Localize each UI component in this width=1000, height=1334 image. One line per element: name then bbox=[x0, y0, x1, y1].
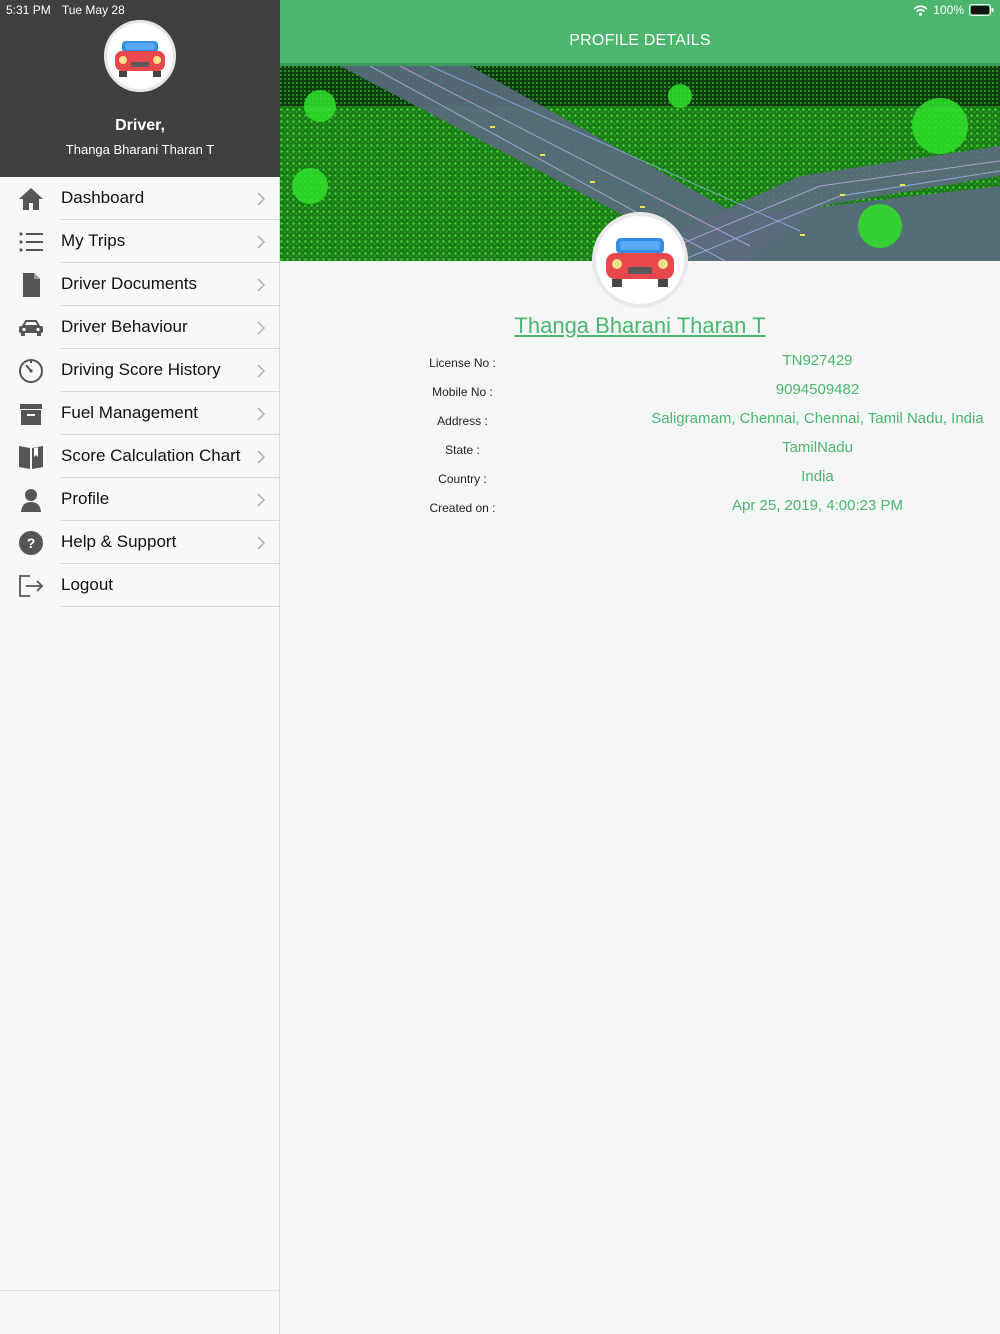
country-value: India bbox=[801, 468, 834, 485]
main-content: 100% PROFILE DETAILS Thanga Bharani Thar… bbox=[280, 0, 1000, 1334]
sidebar-item-label: Score Calculation Chart bbox=[61, 446, 241, 465]
sidebar-item-label: Help & Support bbox=[61, 532, 177, 551]
profile-avatar[interactable] bbox=[592, 212, 688, 308]
page-title: PROFILE DETAILS bbox=[569, 32, 711, 49]
divider bbox=[61, 606, 280, 607]
license-row: License No : TN927429 bbox=[280, 350, 1000, 374]
avatar[interactable] bbox=[104, 20, 176, 92]
book-icon bbox=[17, 443, 44, 470]
car-avatar-icon bbox=[606, 238, 674, 287]
list-icon bbox=[17, 228, 44, 255]
sidebar-item-label: Logout bbox=[61, 575, 113, 594]
sidebar-item-label: Driving Score History bbox=[61, 360, 221, 379]
battery-icon bbox=[969, 4, 994, 16]
state-value: TamilNadu bbox=[782, 439, 853, 456]
sidebar-item-fuel-management[interactable]: Fuel Management bbox=[0, 392, 280, 435]
sidebar-item-label: Driver Documents bbox=[61, 274, 198, 293]
chevron-right-icon bbox=[257, 192, 266, 206]
sidebar-item-driving-score-history[interactable]: Driving Score History bbox=[0, 349, 280, 392]
car-avatar-icon bbox=[115, 41, 165, 77]
sidebar-header: 5:31 PM Tue May 28 Driver, Thanga Bharan… bbox=[0, 0, 280, 177]
archive-icon bbox=[17, 400, 44, 427]
sidebar-item-label: Fuel Management bbox=[61, 403, 199, 422]
sidebar-item-my-trips[interactable]: My Trips bbox=[0, 220, 280, 263]
car-icon bbox=[17, 314, 44, 341]
license-value: TN927429 bbox=[782, 352, 853, 369]
person-icon bbox=[17, 486, 44, 513]
chevron-right-icon bbox=[257, 450, 266, 464]
created-row: Created on : Apr 25, 2019, 4:00:23 PM bbox=[280, 495, 1000, 519]
profile-name-link[interactable]: Thanga Bharani Tharan T bbox=[280, 313, 1000, 339]
address-row: Address : Saligramam, Chennai, Chennai, … bbox=[280, 408, 1000, 432]
chevron-right-icon bbox=[257, 493, 266, 507]
created-value: Apr 25, 2019, 4:00:23 PM bbox=[732, 497, 903, 514]
address-value: Saligramam, Chennai, Chennai, Tamil Nadu… bbox=[651, 410, 984, 427]
svg-text:?: ? bbox=[26, 535, 35, 551]
state-label: State : bbox=[445, 443, 480, 457]
sidebar-item-driver-behaviour[interactable]: Driver Behaviour bbox=[0, 306, 280, 349]
battery-percent: 100% bbox=[933, 3, 964, 17]
sidebar: 5:31 PM Tue May 28 Driver, Thanga Bharan… bbox=[0, 0, 280, 1334]
sidebar-item-label: Dashboard bbox=[61, 188, 145, 207]
document-icon bbox=[17, 271, 44, 298]
mobile-label: Mobile No : bbox=[432, 385, 493, 399]
sidebar-item-label: My Trips bbox=[61, 231, 126, 250]
chevron-right-icon bbox=[257, 321, 266, 335]
sidebar-item-logout[interactable]: Logout bbox=[0, 564, 280, 607]
license-label: License No : bbox=[429, 356, 496, 370]
sidebar-item-profile[interactable]: Profile bbox=[0, 478, 280, 521]
navigation-bar: 100% PROFILE DETAILS bbox=[280, 0, 1000, 63]
logout-icon bbox=[17, 572, 44, 599]
divider bbox=[0, 1290, 280, 1291]
chevron-right-icon bbox=[257, 235, 266, 249]
sidebar-item-help-support[interactable]: ? Help & Support bbox=[0, 521, 280, 564]
chevron-right-icon bbox=[257, 536, 266, 550]
help-icon: ? bbox=[17, 529, 44, 556]
wifi-icon bbox=[913, 4, 928, 16]
home-icon bbox=[17, 185, 44, 212]
sidebar-item-label: Driver Behaviour bbox=[61, 317, 188, 336]
status-bar-left: 5:31 PM Tue May 28 bbox=[6, 3, 133, 17]
chevron-right-icon bbox=[257, 364, 266, 378]
state-row: State : TamilNadu bbox=[280, 437, 1000, 461]
sidebar-item-score-calculation-chart[interactable]: Score Calculation Chart bbox=[0, 435, 280, 478]
country-row: Country : India bbox=[280, 466, 1000, 490]
created-label: Created on : bbox=[429, 501, 496, 515]
country-label: Country : bbox=[438, 472, 487, 486]
mobile-value: 9094509482 bbox=[775, 381, 860, 398]
sidebar-item-label: Profile bbox=[61, 489, 110, 508]
mobile-row: Mobile No : 9094509482 bbox=[280, 379, 1000, 403]
driver-name: Thanga Bharani Tharan T bbox=[65, 142, 215, 157]
chevron-right-icon bbox=[257, 278, 266, 292]
timer-icon bbox=[17, 357, 44, 384]
sidebar-item-dashboard[interactable]: Dashboard bbox=[0, 177, 280, 220]
sidebar-menu: Dashboard My Trips Driver Documents Driv… bbox=[0, 177, 280, 607]
address-label: Address : bbox=[437, 414, 488, 428]
chevron-right-icon bbox=[257, 407, 266, 421]
status-time: 5:31 PM bbox=[6, 3, 51, 17]
sidebar-item-driver-documents[interactable]: Driver Documents bbox=[0, 263, 280, 306]
status-bar-right: 100% bbox=[913, 3, 994, 17]
status-date: Tue May 28 bbox=[61, 3, 125, 17]
driver-role-label: Driver, bbox=[115, 117, 165, 134]
